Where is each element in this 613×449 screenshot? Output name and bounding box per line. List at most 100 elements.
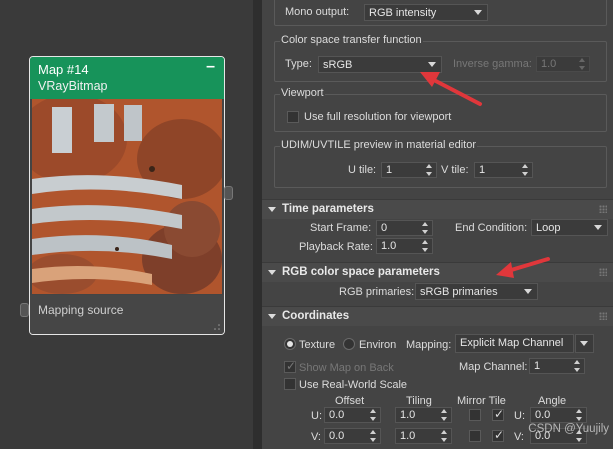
panel-splitter[interactable]	[253, 0, 262, 449]
map-channel-value: 1	[534, 360, 541, 372]
end-condition-label: End Condition:	[455, 222, 528, 234]
type-value: sRGB	[323, 59, 353, 71]
u-tiling-spinner[interactable]: 1.0	[395, 407, 452, 423]
u-tile-label: U tile:	[348, 164, 377, 176]
resize-grip-icon[interactable]	[213, 323, 221, 331]
rgb-primaries-dropdown[interactable]: sRGB primaries	[415, 283, 538, 300]
environ-label: Environ	[359, 339, 397, 351]
input-socket[interactable]	[20, 303, 29, 317]
collapse-triangle-icon	[268, 270, 276, 275]
v-angle-label: V:	[514, 431, 524, 443]
viewport-group: Viewport Use full resolution for viewpor…	[274, 87, 607, 132]
coordinates-rollout-header[interactable]: Coordinates	[262, 306, 613, 326]
inverse-gamma-spinner[interactable]: 1.0	[536, 56, 590, 72]
rgb-params-rollout-header[interactable]: RGB color space parameters	[262, 262, 613, 282]
udim-group-label: UDIM/UVTILE preview in material editor	[280, 139, 478, 151]
mapping-dropdown-button[interactable]	[575, 334, 594, 353]
spinner-arrows-icon[interactable]	[522, 164, 529, 176]
v-mirror-checkbox[interactable]	[469, 430, 481, 442]
start-frame-label: Start Frame:	[310, 222, 372, 234]
output-socket[interactable]	[224, 186, 233, 200]
u-tile-spinner[interactable]: 1	[381, 162, 437, 178]
inverse-gamma-label: Inverse gamma:	[453, 58, 532, 70]
output-group: Mono output: RGB intensity	[274, 0, 607, 26]
tiling-column-header: Tiling	[406, 395, 432, 407]
spinner-arrows-icon[interactable]	[441, 430, 448, 442]
spinner-arrows-icon[interactable]	[441, 409, 448, 421]
bitmap-preview	[32, 99, 222, 294]
playback-rate-value: 1.0	[381, 240, 397, 252]
u-angle-spinner[interactable]: 0.0	[530, 407, 587, 423]
node-header[interactable]: Map #14 VRayBitmap –	[30, 57, 224, 99]
color-space-group-label: Color space transfer function	[280, 34, 423, 46]
start-frame-spinner[interactable]: 0	[376, 220, 433, 236]
spinner-arrows-icon[interactable]	[579, 58, 586, 70]
real-world-scale-checkbox[interactable]	[284, 378, 296, 390]
spinner-arrows-icon[interactable]	[576, 409, 583, 421]
v-tile-value: 1	[479, 164, 486, 176]
environ-radio[interactable]	[343, 338, 355, 350]
u-offset-spinner[interactable]: 0.0	[324, 407, 381, 423]
drag-handle-icon[interactable]	[599, 205, 607, 213]
spinner-arrows-icon[interactable]	[574, 360, 581, 372]
u-row-label: U:	[311, 410, 322, 422]
v-tiling-spinner[interactable]: 1.0	[395, 428, 452, 444]
v-tile-label: V tile:	[441, 164, 469, 176]
offset-column-header: Offset	[335, 395, 365, 407]
type-dropdown[interactable]: sRGB	[318, 56, 442, 73]
u-offset-value: 0.0	[329, 409, 345, 421]
spinner-arrows-icon[interactable]	[422, 240, 429, 252]
mapping-dropdown[interactable]: Explicit Map Channel	[455, 334, 574, 353]
mirror-tile-column-header: Mirror Tile	[457, 395, 506, 407]
full-res-checkbox[interactable]	[287, 111, 299, 123]
viewport-group-label: Viewport	[280, 87, 325, 99]
drag-handle-icon[interactable]	[599, 268, 607, 276]
v-offset-spinner[interactable]: 0.0	[324, 428, 381, 444]
node-title: Map #14	[38, 62, 89, 77]
playback-rate-label: Playback Rate:	[299, 241, 373, 253]
spinner-arrows-icon[interactable]	[422, 222, 429, 234]
mapping-label: Mapping:	[406, 339, 452, 351]
v-tile-spinner[interactable]: 1	[474, 162, 533, 178]
u-angle-value: 0.0	[535, 409, 551, 421]
chevron-down-icon	[594, 225, 602, 230]
u-angle-label: U:	[514, 410, 525, 422]
texture-radio[interactable]	[284, 338, 296, 350]
v-offset-value: 0.0	[329, 430, 345, 442]
full-res-label: Use full resolution for viewport	[304, 111, 452, 123]
color-space-group: Color space transfer function Type: sRGB…	[274, 34, 607, 82]
u-tile-checkbox[interactable]	[492, 407, 504, 421]
spinner-arrows-icon[interactable]	[426, 164, 433, 176]
map-channel-spinner[interactable]: 1	[529, 358, 585, 374]
minus-icon[interactable]: –	[206, 58, 215, 76]
mono-output-dropdown[interactable]: RGB intensity	[364, 4, 488, 21]
node-footer: Mapping source	[30, 295, 224, 334]
mono-output-value: RGB intensity	[369, 7, 437, 19]
time-params-rollout-header[interactable]: Time parameters	[262, 199, 613, 219]
node-editor-canvas[interactable]: Map #14 VRayBitmap – Mapping source	[0, 0, 253, 449]
end-condition-value: Loop	[536, 222, 561, 234]
spinner-arrows-icon[interactable]	[370, 409, 377, 421]
collapse-triangle-icon	[268, 314, 276, 319]
playback-rate-spinner[interactable]: 1.0	[376, 238, 433, 254]
chevron-down-icon	[580, 341, 588, 346]
mapping-source-label: Mapping source	[38, 303, 124, 317]
rgb-primaries-value: sRGB primaries	[420, 286, 498, 298]
end-condition-dropdown[interactable]: Loop	[531, 219, 608, 236]
u-mirror-checkbox[interactable]	[469, 409, 481, 421]
texture-label: Texture	[299, 339, 336, 351]
show-map-on-back-label: Show Map on Back	[299, 362, 394, 374]
rgb-params-title: RGB color space parameters	[282, 266, 440, 278]
v-tile-checkbox[interactable]	[492, 428, 504, 442]
chevron-down-icon	[474, 10, 482, 15]
type-label: Type:	[285, 58, 312, 70]
show-map-on-back-checkbox[interactable]	[284, 359, 296, 373]
v-tiling-value: 1.0	[400, 430, 416, 442]
coordinates-title: Coordinates	[282, 310, 350, 322]
watermark: CSDN @Yuujily	[528, 423, 609, 435]
spinner-arrows-icon[interactable]	[370, 430, 377, 442]
real-world-scale-label: Use Real-World Scale	[299, 379, 408, 391]
map-node[interactable]: Map #14 VRayBitmap – Mapping source	[29, 56, 225, 335]
mapping-value: Explicit Map Channel	[460, 337, 564, 349]
drag-handle-icon[interactable]	[599, 312, 607, 320]
